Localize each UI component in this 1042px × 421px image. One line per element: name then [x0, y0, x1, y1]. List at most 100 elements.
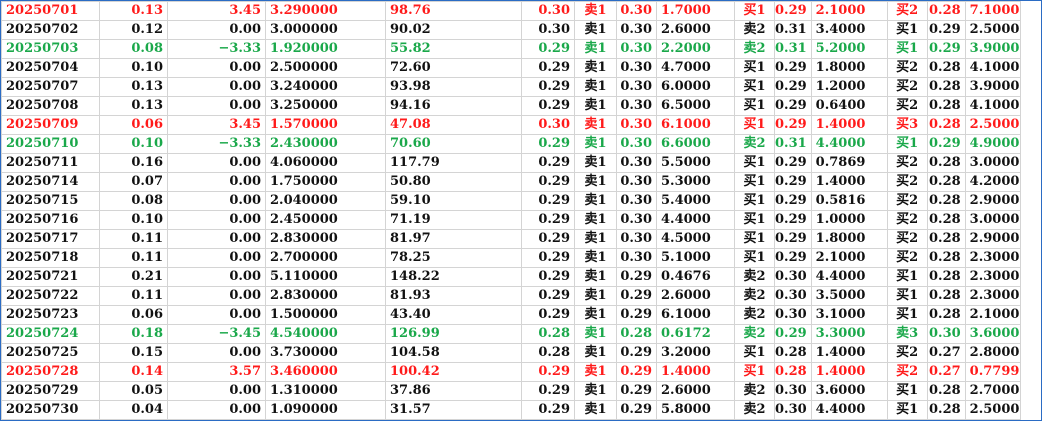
cell-pct[interactable]: 0.00 — [167, 20, 266, 40]
cell-side3[interactable]: 买2 — [886, 191, 928, 211]
cell-date[interactable]: 20250723 — [1, 305, 100, 325]
cell-p1[interactable]: 0.30 — [616, 229, 657, 249]
cell-pct[interactable]: 0.00 — [167, 286, 266, 306]
cell-p1[interactable]: 0.30 — [616, 1, 657, 21]
cell-amt[interactable]: 100.42 — [385, 362, 522, 382]
cell-pct[interactable]: 0.00 — [167, 172, 266, 192]
cell-amt[interactable]: 50.80 — [385, 172, 522, 192]
cell-side2[interactable]: 买1 — [734, 229, 775, 249]
cell-side2[interactable]: 买1 — [734, 362, 775, 382]
cell-q3[interactable]: 3.9000 — [964, 39, 1024, 59]
cell-p1[interactable]: 0.29 — [616, 267, 657, 287]
cell-bid1[interactable]: 0.29 — [521, 134, 575, 154]
cell-side2[interactable]: 卖2 — [734, 324, 775, 344]
cell-q1[interactable]: 2.6000 — [656, 381, 735, 401]
cell-q1[interactable]: 2.6000 — [656, 20, 735, 40]
cell-bid1[interactable]: 0.29 — [521, 400, 575, 420]
cell-q2[interactable]: 2.1000 — [810, 248, 888, 268]
cell-v1[interactable]: 0.18 — [99, 324, 168, 344]
cell-side1[interactable]: 卖1 — [574, 191, 617, 211]
cell-p3[interactable]: 0.28 — [926, 77, 966, 97]
cell-date[interactable]: 20250718 — [1, 248, 100, 268]
cell-v1[interactable]: 0.08 — [99, 39, 168, 59]
cell-side3[interactable]: 买1 — [886, 381, 928, 401]
cell-p1[interactable]: 0.30 — [616, 153, 657, 173]
cell-v1[interactable]: 0.14 — [99, 362, 168, 382]
cell-bid1[interactable]: 0.29 — [521, 362, 575, 382]
cell-amt[interactable]: 71.19 — [385, 210, 522, 230]
cell-amt[interactable]: 104.58 — [385, 343, 522, 363]
cell-side2[interactable]: 买1 — [734, 115, 775, 135]
cell-bid1[interactable]: 0.29 — [521, 381, 575, 401]
cell-side2[interactable]: 卖2 — [734, 39, 775, 59]
cell-bid1[interactable]: 0.29 — [521, 96, 575, 116]
cell-q2[interactable]: 1.0000 — [810, 210, 888, 230]
table-row[interactable]: 20250703 0.08 −3.33 1.920000 55.82 0.29 卖1 0.30… — [1, 39, 1024, 59]
cell-q2[interactable]: 0.7869 — [810, 153, 888, 173]
cell-bid1[interactable]: 0.29 — [521, 39, 575, 59]
cell-q1[interactable]: 2.2000 — [656, 39, 735, 59]
cell-date[interactable]: 20250707 — [1, 77, 100, 97]
cell-p2[interactable]: 0.30 — [774, 267, 812, 287]
cell-bid1[interactable]: 0.29 — [521, 77, 575, 97]
cell-side3[interactable]: 买1 — [886, 305, 928, 325]
cell-amt[interactable]: 148.22 — [385, 267, 522, 287]
table-row[interactable]: 20250704 0.10 0.00 2.500000 72.60 0.29 卖1 0.30 4… — [1, 58, 1024, 78]
cell-p3[interactable]: 0.29 — [926, 134, 966, 154]
cell-q1[interactable]: 3.2000 — [656, 343, 735, 363]
cell-v1[interactable]: 0.21 — [99, 267, 168, 287]
cell-date[interactable]: 20250722 — [1, 286, 100, 306]
cell-p1[interactable]: 0.30 — [616, 248, 657, 268]
cell-q2[interactable]: 1.4000 — [810, 172, 888, 192]
table-row[interactable]: 20250709 0.06 3.45 1.570000 47.08 0.30 卖1 0.30 6… — [1, 115, 1024, 135]
cell-price[interactable]: 2.450000 — [265, 210, 386, 230]
cell-date[interactable]: 20250708 — [1, 96, 100, 116]
cell-price[interactable]: 4.540000 — [265, 324, 386, 344]
cell-price[interactable]: 2.830000 — [265, 286, 386, 306]
cell-side1[interactable]: 卖1 — [574, 134, 617, 154]
cell-q2[interactable]: 4.4000 — [810, 134, 888, 154]
cell-price[interactable]: 3.730000 — [265, 343, 386, 363]
cell-side3[interactable]: 买2 — [886, 58, 928, 78]
cell-q3[interactable]: 2.3000 — [964, 267, 1024, 287]
table-row[interactable]: 20250722 0.11 0.00 2.830000 81.93 0.29 卖1 0.29 2… — [1, 286, 1024, 306]
cell-v1[interactable]: 0.10 — [99, 210, 168, 230]
cell-date[interactable]: 20250704 — [1, 58, 100, 78]
cell-v1[interactable]: 0.13 — [99, 77, 168, 97]
cell-side3[interactable]: 买1 — [886, 400, 928, 420]
cell-q2[interactable]: 3.5000 — [810, 286, 888, 306]
cell-date[interactable]: 20250728 — [1, 362, 100, 382]
cell-p2[interactable]: 0.29 — [774, 324, 812, 344]
cell-p1[interactable]: 0.28 — [616, 324, 657, 344]
cell-amt[interactable]: 117.79 — [385, 153, 522, 173]
cell-p3[interactable]: 0.28 — [926, 381, 966, 401]
cell-side1[interactable]: 卖1 — [574, 400, 617, 420]
cell-date[interactable]: 20250710 — [1, 134, 100, 154]
cell-p1[interactable]: 0.30 — [616, 134, 657, 154]
cell-q3[interactable]: 2.5000 — [964, 115, 1024, 135]
cell-q3[interactable]: 2.5000 — [964, 20, 1024, 40]
cell-p1[interactable]: 0.29 — [616, 381, 657, 401]
cell-q3[interactable]: 2.8000 — [964, 343, 1024, 363]
cell-p3[interactable]: 0.28 — [926, 191, 966, 211]
table-row[interactable]: 20250714 0.07 0.00 1.750000 50.80 0.29 卖1 0.30 5… — [1, 172, 1024, 192]
cell-side2[interactable]: 买1 — [734, 191, 775, 211]
cell-v1[interactable]: 0.11 — [99, 229, 168, 249]
cell-bid1[interactable]: 0.29 — [521, 267, 575, 287]
cell-p3[interactable]: 0.30 — [926, 324, 966, 344]
cell-pct[interactable]: 0.00 — [167, 77, 266, 97]
cell-side2[interactable]: 买1 — [734, 210, 775, 230]
cell-side2[interactable]: 卖2 — [734, 286, 775, 306]
cell-price[interactable]: 4.060000 — [265, 153, 386, 173]
cell-bid1[interactable]: 0.29 — [521, 58, 575, 78]
cell-p2[interactable]: 0.29 — [774, 1, 812, 21]
cell-date[interactable]: 20250701 — [1, 1, 100, 21]
cell-side2[interactable]: 买1 — [734, 153, 775, 173]
cell-side1[interactable]: 卖1 — [574, 172, 617, 192]
cell-side1[interactable]: 卖1 — [574, 305, 617, 325]
cell-price[interactable]: 1.750000 — [265, 172, 386, 192]
cell-p3[interactable]: 0.28 — [926, 305, 966, 325]
cell-date[interactable]: 20250703 — [1, 39, 100, 59]
cell-q1[interactable]: 2.6000 — [656, 286, 735, 306]
table-row[interactable]: 20250702 0.12 0.00 3.000000 90.02 0.30 卖1 0.30 2… — [1, 20, 1024, 40]
